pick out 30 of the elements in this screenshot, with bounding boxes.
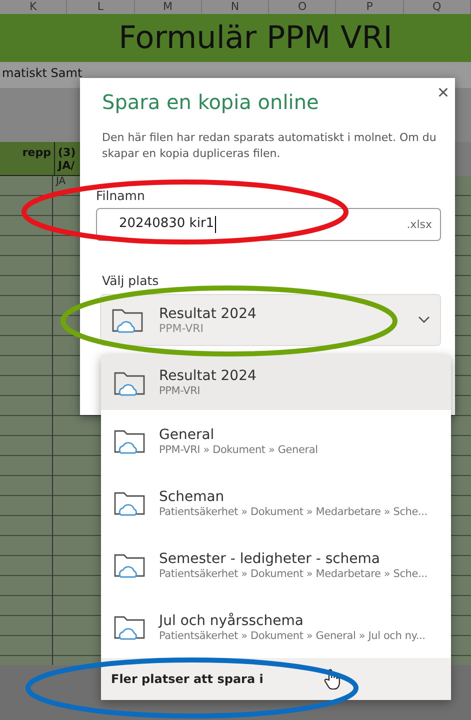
dialog-title: Spara en kopia online: [102, 90, 320, 114]
location-option[interactable]: General PPM-VRI » Dokument » General: [101, 410, 451, 472]
location-option[interactable]: Resultat 2024 PPM-VRI: [101, 355, 451, 410]
location-path: Patientsäkerhet » Dokument » Medarbetare » Sche...: [159, 506, 428, 518]
location-path: Patientsäkerhet » Dokument » General » Jul och ny...: [159, 630, 426, 642]
location-path: Patientsäkerhet » Dokument » Medarbetare » Sche...: [159, 568, 428, 580]
table-cell: JA: [56, 176, 66, 188]
field-label: Filnamn: [96, 188, 145, 203]
field-label: Välj plats: [102, 273, 159, 288]
filename-field[interactable]: 20240830 kir1 .xlsx: [96, 208, 441, 241]
hand-cursor-icon: [323, 668, 342, 690]
dialog-description: Den här filen har redan sparats automatiskt i molnet. Om du skapar en kopia dupliceras filen.: [102, 130, 438, 162]
location-option[interactable]: Semester - ledigheter - schema Patientsäkerhet » Dokument » Medarbetare » Sche...: [101, 534, 451, 596]
sheet-title: Formulär PPM VRI: [0, 14, 471, 62]
close-button[interactable]: ×: [433, 82, 453, 105]
location-name: Resultat 2024: [159, 368, 256, 384]
location-path: PPM-VRI » Dokument » General: [159, 444, 318, 456]
location-option[interactable]: Scheman Patientsäkerhet » Dokument » Medarbetare » Sche...: [101, 472, 451, 534]
location-name: Scheman: [159, 488, 226, 504]
location-name: General: [159, 426, 216, 442]
table-header: repp: [0, 142, 55, 176]
location-option[interactable]: Jul och nyårsschema Patientsäkerhet » Dokument » General » Jul och ny...: [101, 596, 451, 658]
location-name: Semester - ledigheter - schema: [159, 550, 382, 566]
location-path: PPM-VRI: [159, 385, 202, 397]
more-locations-option[interactable]: Fler platser att spara i: [101, 658, 451, 700]
location-path: PPM-VRI: [159, 322, 204, 334]
sheet-note: matiskt Samt: [2, 66, 82, 80]
location-dropdown[interactable]: Resultat 2024 PPM-VRI: [100, 294, 441, 346]
location-name: Jul och nyårsschema: [159, 612, 304, 628]
location-name: Resultat 2024: [159, 306, 258, 322]
